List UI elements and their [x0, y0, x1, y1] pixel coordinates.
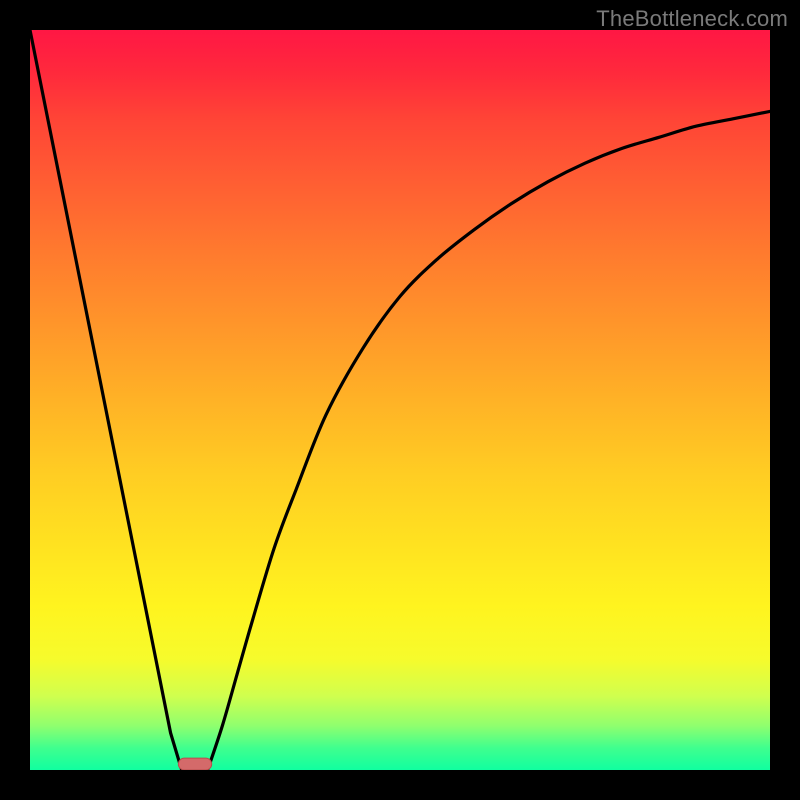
watermark-text: TheBottleneck.com: [596, 6, 788, 32]
bottleneck-curve: [30, 30, 770, 770]
plot-area: [30, 30, 770, 770]
chart-overlay-svg: [30, 30, 770, 770]
chart-root: TheBottleneck.com: [0, 0, 800, 800]
minimum-marker: [178, 758, 211, 770]
minimum-marker-rect: [178, 758, 211, 770]
curve-path: [30, 30, 770, 770]
